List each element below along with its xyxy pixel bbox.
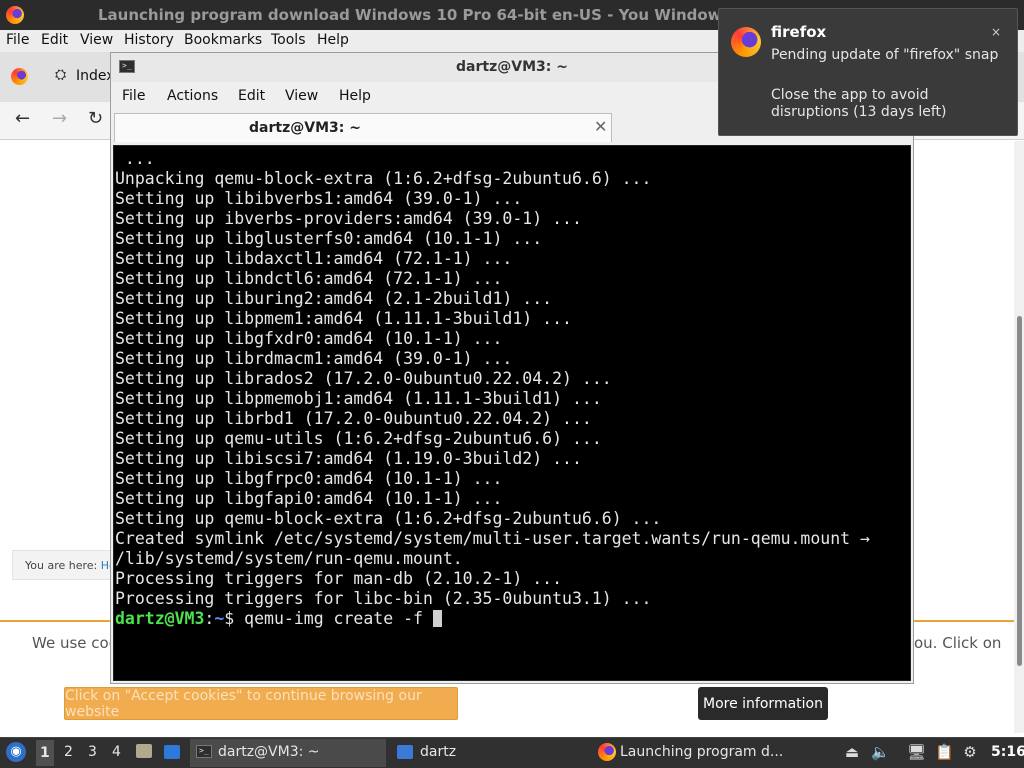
terminal-tab[interactable]: dartz@VM3: ~ ✕	[114, 113, 612, 142]
terminal-line: Setting up qemu-utils (1:6.2+dfsg-2ubunt…	[115, 429, 602, 448]
terminal-window: >_ dartz@VM3: ~ File Actions Edit View H…	[110, 52, 914, 684]
terminal-line: Setting up libndctl6:amd64 (72.1-1) ...	[115, 269, 503, 288]
terminal-line: Processing triggers for man-db (2.10.2-1…	[115, 569, 563, 588]
terminal-line: /lib/systemd/system/run-qemu.mount.	[115, 549, 463, 568]
terminal-line: Setting up libpmemobj1:amd64 (1.11.1-3bu…	[115, 389, 602, 408]
terminal-line: Setting up libibverbs1:amd64 (39.0-1) ..…	[115, 189, 523, 208]
terminal-prompt-line[interactable]: dartz@VM3:~$ qemu-img create -f	[115, 609, 870, 629]
notification-detail: Close the app to avoid disruptions (13 d…	[771, 87, 947, 120]
file-manager-launcher-icon[interactable]	[136, 744, 152, 758]
terminal-line: Setting up libiscsi7:amd64 (1.19.0-3buil…	[115, 449, 582, 468]
taskbar-terminal-icon: >_	[196, 745, 212, 758]
firefox-tab-icon[interactable]	[11, 68, 28, 85]
eject-icon[interactable]: ⏏	[843, 743, 861, 761]
terminal-command: qemu-img create -f	[244, 609, 433, 628]
notification-popup[interactable]: firefox Pending update of "firefox" snap…	[718, 8, 1018, 136]
terminal-line: Unpacking qemu-block-extra (1:6.2+dfsg-2…	[115, 169, 652, 188]
firefox-menu-tools[interactable]: Tools	[271, 32, 306, 48]
terminal-cursor	[432, 610, 442, 627]
terminal-prompt-separator: :	[204, 609, 215, 628]
notification-title: firefox	[771, 23, 827, 41]
terminal-line: Setting up libglusterfs0:amd64 (10.1-1) …	[115, 229, 543, 248]
terminal-line: Setting up qemu-block-extra (1:6.2+dfsg-…	[115, 509, 662, 528]
terminal-line: Setting up libgfrpc0:amd64 (10.1-1) ...	[115, 469, 503, 488]
taskbar-terminal-label: dartz@VM3: ~	[218, 744, 320, 760]
taskbar-folder-label: dartz	[420, 744, 457, 760]
terminal-output[interactable]: ... Unpacking qemu-block-extra (1:6.2+dfs…	[113, 145, 911, 681]
accept-cookies-button[interactable]: Click on "Accept cookies" to continue br…	[64, 687, 458, 720]
terminal-line: ...	[115, 149, 155, 168]
terminal-prompt-user: dartz@VM3	[115, 609, 205, 628]
start-menu-icon[interactable]: ◉	[6, 742, 26, 762]
terminal-line: Setting up libgfapi0:amd64 (10.1-1) ...	[115, 489, 503, 508]
terminal-line: Setting up libpmem1:amd64 (1.11.1-3build…	[115, 309, 572, 328]
firefox-menu-edit[interactable]: Edit	[41, 32, 68, 48]
workspace-2[interactable]: 2	[64, 744, 73, 760]
volume-icon[interactable]: 🔈	[871, 743, 890, 761]
workspace-4[interactable]: 4	[112, 744, 121, 760]
update-notifier-icon[interactable]: ⚙	[961, 743, 979, 761]
page-scrollbar-thumb[interactable]	[1017, 316, 1022, 666]
firefox-menu-file[interactable]: File	[6, 32, 29, 48]
terminal-menu-view[interactable]: View	[285, 88, 318, 104]
terminal-line: Created symlink /etc/systemd/system/mult…	[115, 529, 870, 548]
terminal-menu-file[interactable]: File	[122, 88, 145, 104]
terminal-line: Setting up librados2 (17.2.0-0ubuntu0.22…	[115, 369, 612, 388]
terminal-line: Setting up librbd1 (17.2.0-0ubuntu0.22.0…	[115, 409, 592, 428]
firefox-menu-history[interactable]: History	[124, 32, 174, 48]
terminal-menu-help[interactable]: Help	[339, 88, 371, 104]
notification-close-icon[interactable]: ×	[989, 25, 1003, 39]
cookie-text-start: We use coo	[32, 634, 118, 652]
terminal-line: Setting up ibverbs-providers:amd64 (39.0…	[115, 209, 582, 228]
taskbar-firefox-icon	[598, 743, 616, 761]
taskbar-folder-icon	[397, 745, 413, 759]
tab-favicon-icon: ⛭	[55, 67, 67, 83]
terminal-line: Processing triggers for libc-bin (2.35-0…	[115, 589, 652, 608]
firefox-tab-index[interactable]: Index	[76, 68, 115, 84]
firefox-menu-bookmarks[interactable]: Bookmarks	[184, 32, 262, 48]
breadcrumb-label: You are here:	[25, 559, 98, 572]
firefox-notification-icon	[731, 27, 761, 57]
reload-icon[interactable]: ↻	[88, 108, 103, 129]
terminal-line: Setting up liburing2:amd64 (2.1-2build1)…	[115, 289, 553, 308]
notification-message: Pending update of "firefox" snap	[771, 47, 999, 63]
terminal-line: Setting up libgfxdr0:amd64 (10.1-1) ...	[115, 329, 503, 348]
forward-arrow-icon[interactable]: →	[52, 108, 67, 129]
terminal-line: Setting up librdmacm1:amd64 (39.0-1) ...	[115, 349, 513, 368]
clock[interactable]: 5:16	[991, 744, 1024, 760]
terminal-tab-label: dartz@VM3: ~	[249, 120, 361, 136]
firefox-logo-icon	[6, 6, 24, 24]
firefox-window-title: Launching program download Windows 10 Pr…	[98, 6, 718, 24]
network-icon[interactable]: 🖥	[907, 743, 926, 761]
firefox-menu-view[interactable]: View	[80, 32, 113, 48]
desktop-launcher-icon[interactable]	[164, 745, 180, 759]
back-arrow-icon[interactable]: ←	[15, 108, 30, 129]
breadcrumb: You are here: Home	[12, 550, 122, 580]
terminal-menu-actions[interactable]: Actions	[167, 88, 218, 104]
more-information-button[interactable]: More information	[698, 687, 828, 720]
workspace-3[interactable]: 3	[88, 744, 97, 760]
clipboard-icon[interactable]: 📋	[935, 743, 954, 761]
taskbar-firefox-label: Launching program d...	[620, 744, 784, 760]
close-tab-icon[interactable]: ✕	[594, 117, 607, 136]
terminal-menu-edit[interactable]: Edit	[238, 88, 265, 104]
workspace-1[interactable]: 1	[36, 740, 54, 766]
cookie-text-end: ou. Click on	[914, 634, 1002, 652]
terminal-prompt-path: ~	[214, 609, 225, 628]
terminal-lines: ... Unpacking qemu-block-extra (1:6.2+dfs…	[115, 149, 870, 629]
terminal-prompt-symbol: $	[224, 609, 245, 628]
firefox-menu-help[interactable]: Help	[317, 32, 349, 48]
terminal-line: Setting up libdaxctl1:amd64 (72.1-1) ...	[115, 249, 513, 268]
